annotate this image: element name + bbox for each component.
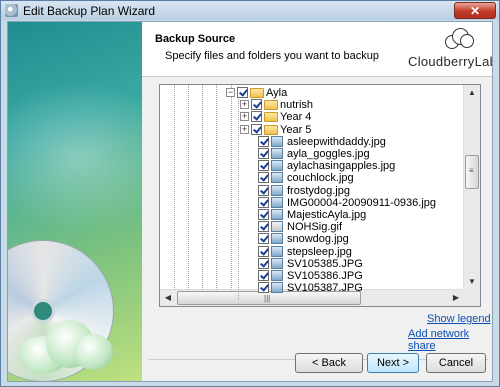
checkbox[interactable] [258, 270, 269, 281]
tree-item-label: SV105387.JPG [287, 282, 363, 295]
image-icon [271, 184, 283, 196]
checkbox[interactable] [258, 209, 269, 220]
vertical-scroll-thumb[interactable]: ≡ [465, 155, 479, 189]
image-icon [271, 209, 283, 220]
brand-logo: CloudberryLab [408, 54, 493, 69]
image-icon [271, 148, 283, 159]
checkbox[interactable] [258, 282, 269, 294]
scrollbar-corner [463, 289, 480, 306]
image-icon [271, 160, 283, 172]
image-icon [271, 270, 283, 281]
close-button[interactable]: ✕ [454, 2, 496, 19]
show-legend-link[interactable]: Show legend [427, 313, 491, 325]
collapse-icon[interactable]: − [226, 88, 235, 97]
wizard-header: Backup Source Specify files and folders … [142, 22, 493, 77]
side-banner-image [8, 22, 142, 381]
image-icon [271, 282, 283, 294]
file-tree[interactable]: ▲ ≡ ▼ ◀ ||| ▶ − Ayla + nutrish + Year 4 + Year … [159, 84, 481, 307]
image-icon [271, 233, 283, 245]
checkbox[interactable] [251, 123, 262, 135]
checkbox[interactable] [258, 233, 269, 245]
checkbox[interactable] [237, 87, 248, 98]
title-bar[interactable]: Edit Backup Plan Wizard ✕ [1, 1, 499, 20]
next-button[interactable]: Next > [367, 353, 419, 373]
checkbox[interactable] [258, 184, 269, 196]
checkbox[interactable] [258, 245, 269, 257]
checkbox[interactable] [258, 135, 269, 147]
wizard-window: Edit Backup Plan Wizard ✕ Backup Source … [0, 0, 500, 387]
cancel-button[interactable]: Cancel [426, 353, 486, 373]
folder-icon [250, 88, 264, 98]
page-subtitle: Specify files and folders you want to ba… [165, 50, 380, 62]
checkbox[interactable] [258, 172, 269, 184]
cloud-graphic [18, 314, 113, 374]
image-icon [271, 196, 283, 208]
page-title: Backup Source [155, 33, 236, 45]
image-icon [271, 172, 283, 184]
gif-icon [271, 221, 283, 233]
checkbox[interactable] [251, 99, 262, 111]
wizard-body: Backup Source Specify files and folders … [7, 21, 493, 382]
folder-icon [264, 100, 278, 111]
image-icon [271, 245, 283, 257]
app-icon [5, 4, 18, 17]
image-icon [271, 257, 283, 269]
checkbox[interactable] [258, 257, 269, 269]
scroll-up-icon[interactable]: ▲ [464, 85, 480, 101]
window-title: Edit Backup Plan Wizard [23, 4, 156, 18]
checkbox[interactable] [258, 148, 269, 159]
scroll-down-icon[interactable]: ▼ [464, 274, 480, 290]
vertical-scrollbar[interactable]: ▲ ≡ ▼ [463, 85, 480, 290]
add-network-share-link[interactable]: Add network share [408, 328, 492, 352]
expand-icon[interactable]: + [240, 100, 249, 110]
checkbox[interactable] [258, 196, 269, 208]
folder-icon [264, 112, 278, 123]
image-icon [271, 135, 283, 147]
back-button[interactable]: < Back [295, 353, 363, 373]
checkbox[interactable] [258, 221, 269, 233]
folder-icon [264, 124, 278, 135]
expand-icon[interactable]: + [240, 112, 249, 122]
tree-row-file[interactable]: SV105387.JPG [160, 281, 464, 295]
cloud-logo-icon [444, 26, 474, 50]
checkbox[interactable] [251, 111, 262, 123]
checkbox[interactable] [258, 160, 269, 172]
expand-icon[interactable]: + [240, 124, 249, 134]
